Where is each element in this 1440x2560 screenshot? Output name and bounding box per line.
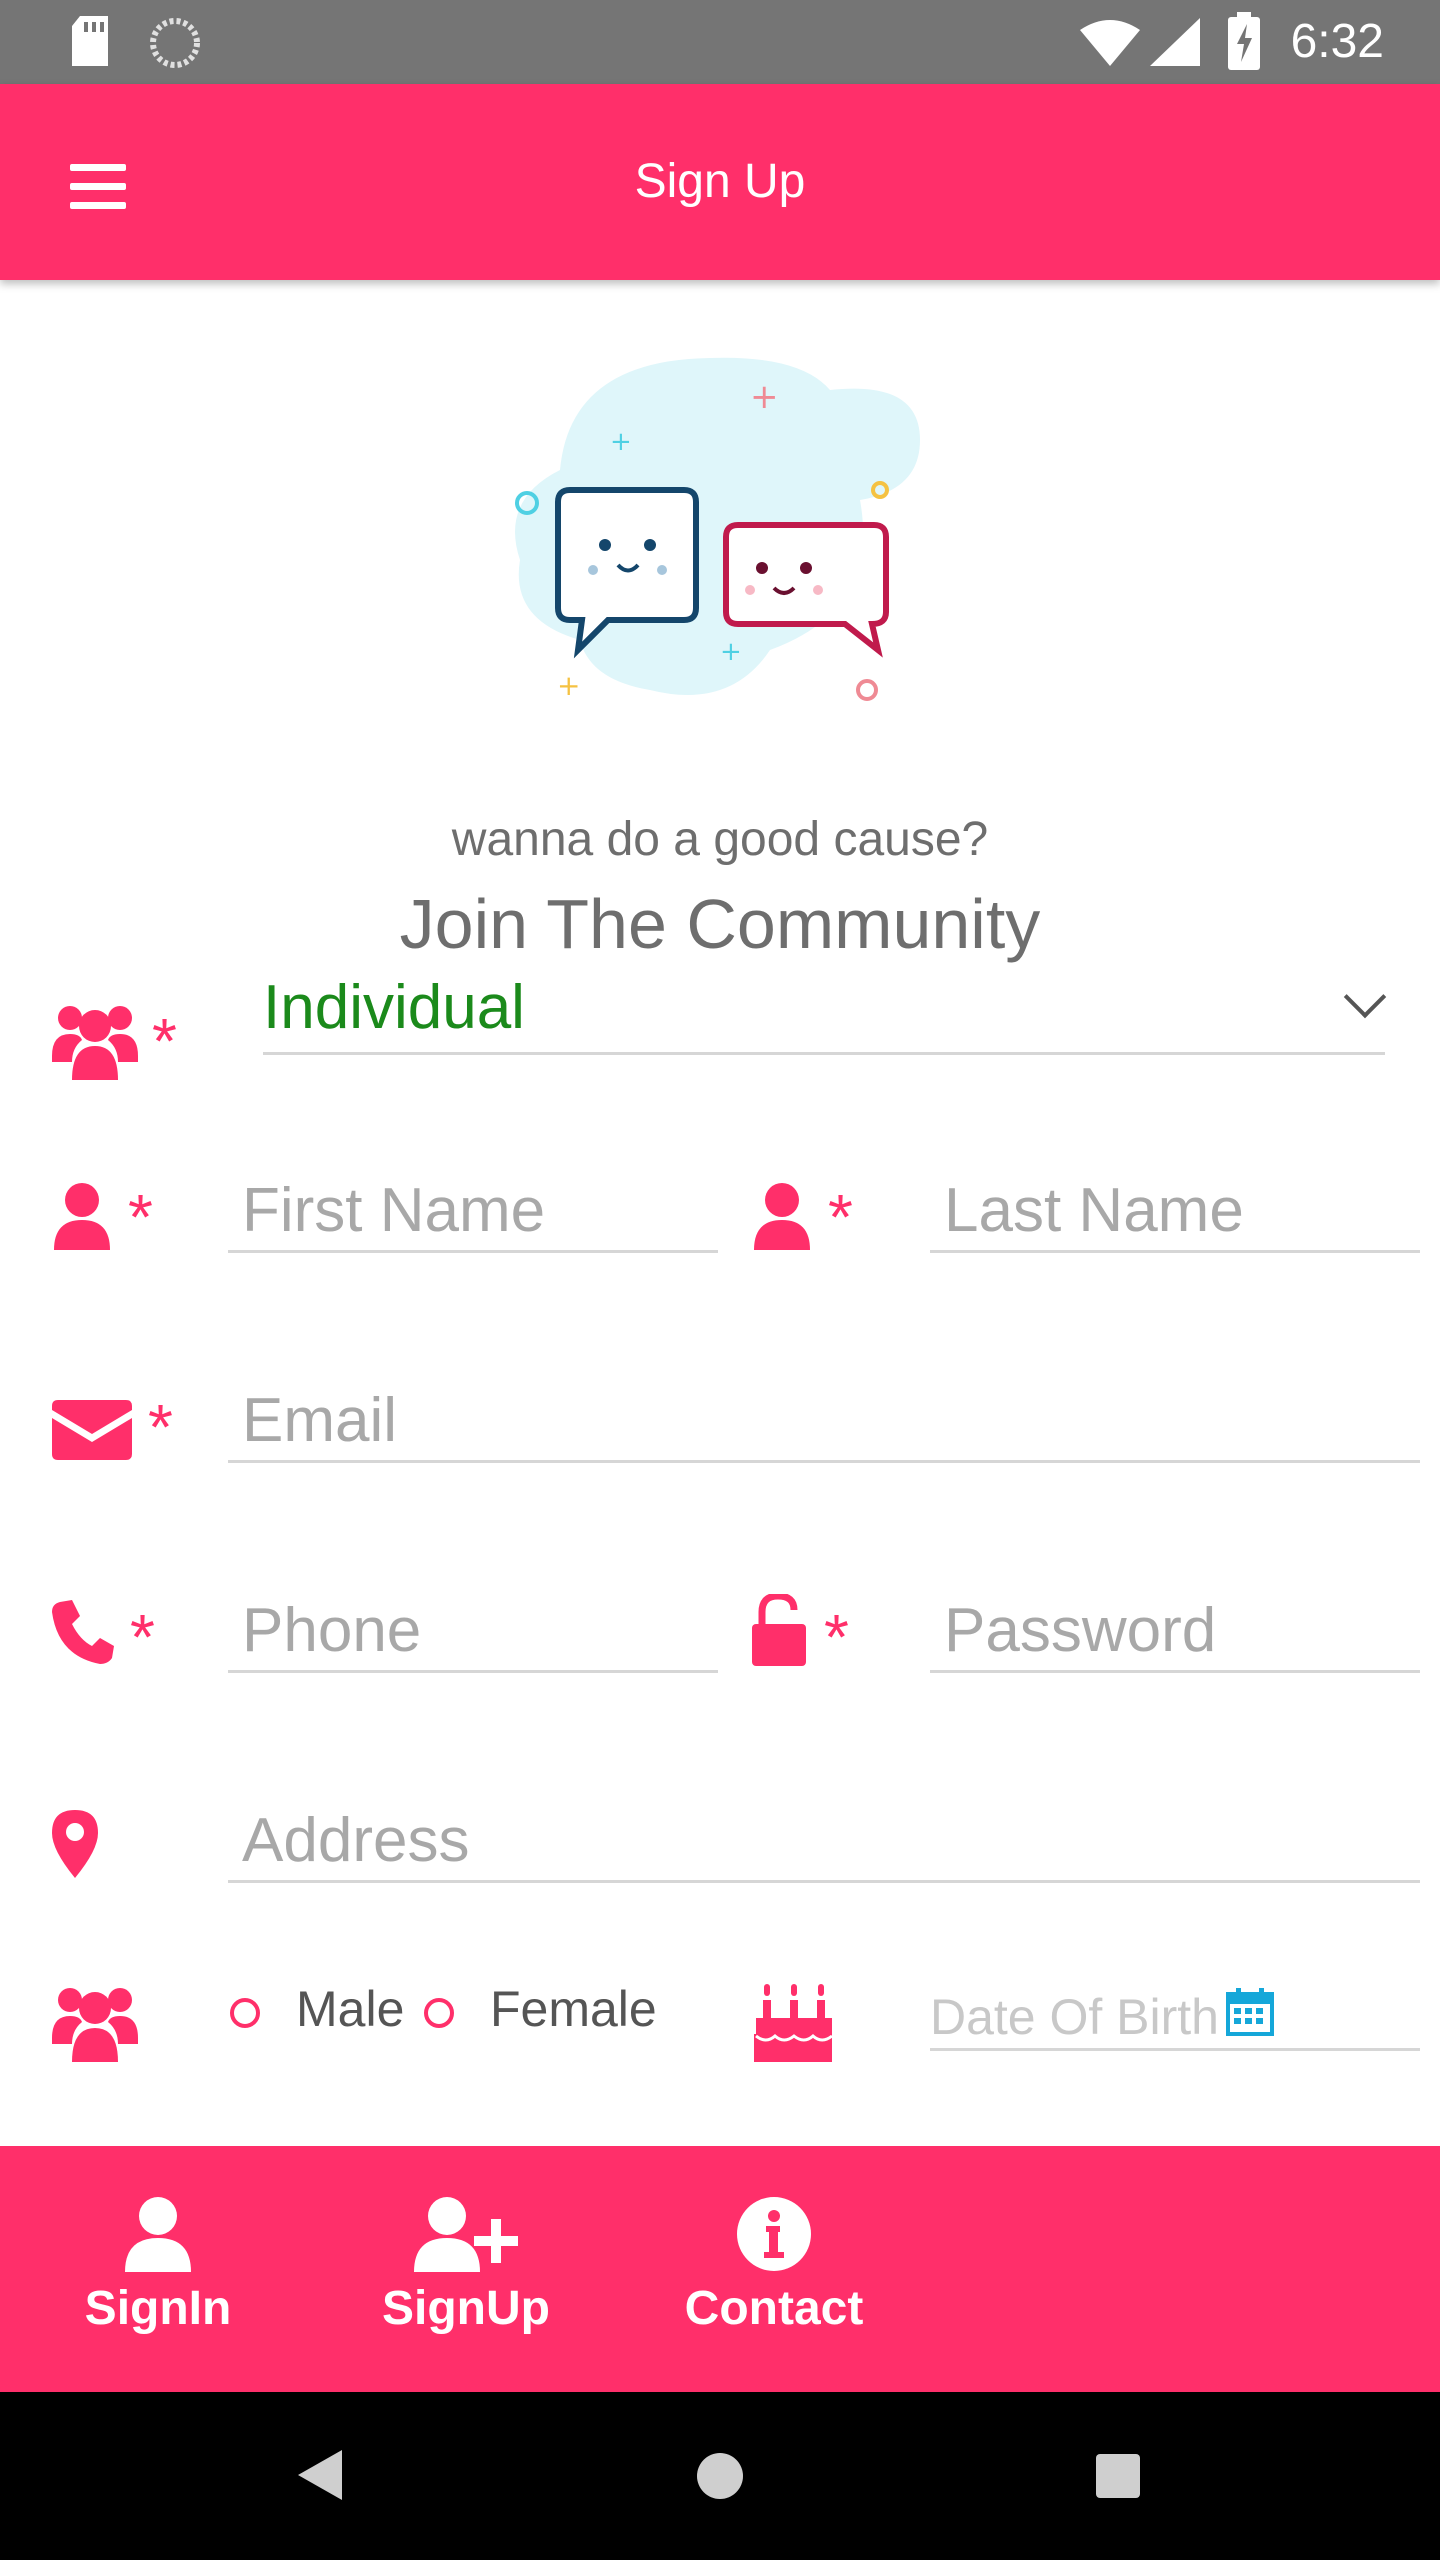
required-marker: * (828, 1181, 853, 1253)
nav-signup[interactable]: SignUp (356, 2196, 576, 2336)
user-icon (125, 2197, 191, 2272)
last-name-field[interactable] (930, 1170, 1434, 1253)
tagline: wanna do a good cause? (451, 813, 989, 866)
email-input[interactable] (228, 1380, 1434, 1460)
required-marker: * (148, 1391, 173, 1463)
user-plus-icon (414, 2197, 518, 2272)
map-marker-icon (52, 1810, 98, 1878)
svg-text:+: + (557, 669, 580, 702)
bottom-nav: SignIn SignUp Contact (0, 2146, 1440, 2392)
info-circle-icon (737, 2197, 811, 2271)
gender-group-icon (52, 1988, 138, 2062)
first-name-field[interactable] (228, 1170, 732, 1253)
address-field[interactable] (228, 1800, 1434, 1883)
first-name-input[interactable] (228, 1170, 732, 1250)
join-heading: Join The Community (399, 885, 1041, 963)
sd-card-icon (72, 16, 108, 66)
calendar-icon[interactable] (1226, 1988, 1274, 2036)
nav-signup-label: SignUp (382, 2282, 550, 2335)
account-type-select[interactable]: Individual (263, 972, 525, 1043)
svg-text:+: + (610, 427, 632, 457)
password-field[interactable] (930, 1590, 1434, 1673)
user-icon (754, 1183, 810, 1250)
select-underline (263, 1052, 1385, 1055)
nav-contact[interactable]: Contact (664, 2196, 884, 2336)
nav-signin[interactable]: SignIn (48, 2196, 268, 2336)
required-marker: * (130, 1601, 155, 1673)
gender-male-radio[interactable] (230, 1998, 260, 2028)
status-bar: 6:32 (0, 0, 1440, 84)
chevron-down-icon[interactable] (1343, 975, 1387, 1019)
phone-icon (52, 1600, 114, 1664)
phone-field[interactable] (228, 1590, 732, 1673)
nav-signin-label: SignIn (84, 2282, 232, 2335)
password-input[interactable] (930, 1590, 1434, 1670)
required-marker: * (128, 1181, 153, 1253)
sync-icon (150, 18, 200, 68)
email-field[interactable] (228, 1380, 1434, 1463)
date-of-birth-input[interactable] (930, 1988, 1220, 2046)
birthday-cake-icon (754, 1984, 833, 2062)
required-marker: * (152, 1005, 177, 1077)
address-input[interactable] (228, 1800, 1434, 1880)
gender-female-radio[interactable] (424, 1998, 454, 2028)
app-bar: Sign Up (0, 84, 1440, 280)
system-navigation-bar (0, 2392, 1440, 2560)
gender-male-label[interactable]: Male (296, 1980, 404, 2038)
battery-icon (1228, 12, 1260, 70)
svg-text:+: + (720, 637, 742, 667)
status-time: 6:32 (1290, 15, 1384, 68)
last-name-input[interactable] (930, 1170, 1434, 1250)
page-title: Sign Up (634, 155, 806, 208)
wifi-icon (1080, 20, 1140, 66)
unlock-icon (752, 1594, 806, 1666)
svg-text:+: + (750, 377, 779, 417)
signal-icon (1150, 18, 1200, 66)
phone-input[interactable] (228, 1590, 732, 1670)
user-icon (54, 1183, 110, 1250)
group-icon (52, 1006, 138, 1080)
recents-icon[interactable] (1096, 2454, 1140, 2498)
gender-female-label[interactable]: Female (490, 1980, 657, 2038)
date-of-birth-field[interactable] (930, 1988, 1420, 2051)
required-marker: * (824, 1601, 849, 1673)
back-icon[interactable] (298, 2450, 342, 2500)
nav-contact-label: Contact (684, 2282, 864, 2335)
home-icon[interactable] (696, 2452, 744, 2500)
envelope-icon (52, 1400, 132, 1460)
chat-bubbles-illustration: + + + + (515, 357, 920, 702)
